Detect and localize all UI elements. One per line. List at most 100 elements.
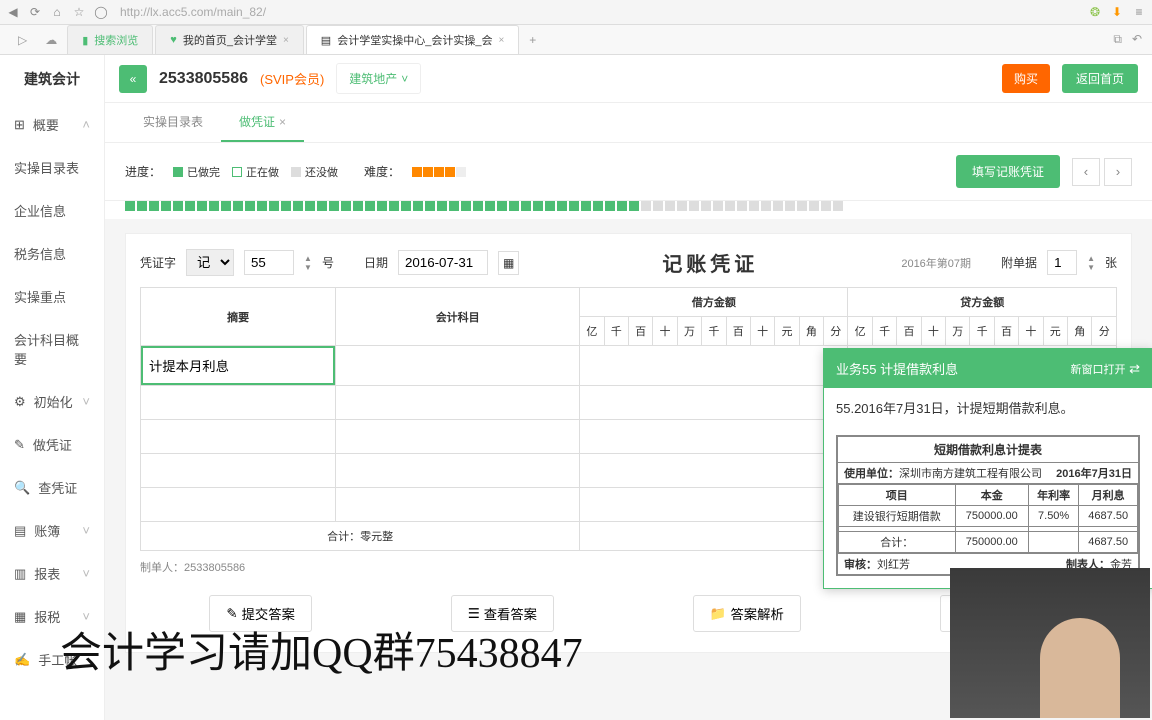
chevron-down-icon: ˅	[82, 523, 90, 538]
sidebar-item-catalog[interactable]: 实操目录表	[0, 146, 104, 189]
star-icon[interactable]: ☆	[72, 5, 86, 19]
chevron-down-icon: ˅	[82, 394, 90, 409]
date-label: 日期	[364, 254, 388, 271]
expand-icon[interactable]: ⇄	[1129, 361, 1140, 376]
grid-icon: ⊞	[14, 117, 25, 133]
report-icon: ▥	[14, 566, 26, 582]
spin-up-icon[interactable]: ▲	[1087, 254, 1095, 263]
voucher-title: 记账凭证	[529, 248, 891, 277]
close-icon[interactable]: ×	[283, 35, 289, 46]
tab-practice[interactable]: ▤会计学堂实操中心_会计实操_会×	[306, 25, 519, 54]
book-icon: ▤	[14, 523, 26, 539]
sidebar-item-company[interactable]: 企业信息	[0, 189, 104, 232]
pen-icon: ✎	[14, 437, 25, 453]
play-icon[interactable]: ▷	[10, 33, 35, 47]
analyze-button[interactable]: 📁答案解析	[693, 595, 801, 632]
legend-not-icon	[291, 167, 301, 177]
interest-table: 项目本金年利率月利息 建设银行短期借款750000.007.50%4687.50…	[838, 484, 1138, 553]
down-icon[interactable]: ⬇	[1110, 5, 1124, 19]
chevron-down-icon: ˅	[401, 72, 408, 86]
legend-doing-icon	[232, 167, 242, 177]
spin-down-icon[interactable]: ▼	[1087, 263, 1095, 272]
popup-title: 业务55 计提借款利息	[836, 359, 958, 378]
voucher-type-label: 凭证字	[140, 254, 176, 271]
sidebar: 建筑会计 ⊞概要˄ 实操目录表 企业信息 税务信息 实操重点 会计科目概要 ⚙初…	[0, 55, 105, 720]
prev-button[interactable]: ‹	[1072, 158, 1100, 186]
edit-icon: ✎	[226, 606, 237, 622]
sidebar-title: 建筑会计	[0, 55, 104, 103]
voucher-no-suffix: 号	[322, 254, 334, 271]
ext-icon[interactable]: ❂	[1088, 5, 1102, 19]
undo-icon[interactable]: ↶	[1132, 32, 1142, 47]
attach-input[interactable]	[1047, 250, 1077, 275]
folder-icon: 📁	[710, 606, 727, 622]
submit-button[interactable]: ✎提交答案	[209, 595, 311, 632]
close-icon[interactable]: ×	[498, 35, 504, 46]
sidebar-item-taxfile[interactable]: ▦报税˅	[0, 595, 104, 638]
col-summary: 摘要	[141, 288, 336, 346]
split-icon[interactable]: ⧉	[1113, 32, 1122, 47]
task-popup: 业务55 计提借款利息 新窗口打开 ⇄ 55.2016年7月31日，计提短期借款…	[823, 348, 1152, 589]
col-subject: 会计科目	[336, 288, 580, 346]
home-button[interactable]: 返回首页	[1062, 64, 1138, 93]
voucher-no-input[interactable]	[244, 250, 294, 275]
col-debit: 借方金额	[580, 288, 848, 317]
reload-icon[interactable]: ⟳	[28, 5, 42, 19]
chevron-up-icon: ˄	[82, 117, 90, 132]
tax-icon: ▦	[14, 609, 26, 625]
popup-desc: 55.2016年7月31日，计提短期借款利息。	[824, 388, 1152, 427]
sidebar-item-keypoint[interactable]: 实操重点	[0, 275, 104, 318]
sidebar-item-manual[interactable]: ✍手工帐	[0, 638, 104, 681]
svip-badge: (SVIP会员)	[260, 69, 324, 88]
sidebar-item-overview[interactable]: ⊞概要˄	[0, 103, 104, 146]
globe-icon[interactable]: ◯	[94, 5, 108, 19]
sidebar-item-report[interactable]: ▥报表˅	[0, 552, 104, 595]
calendar-icon[interactable]: ▦	[498, 251, 519, 275]
sidebar-item-tax[interactable]: 税务信息	[0, 232, 104, 275]
sidebar-item-make-voucher[interactable]: ✎做凭证	[0, 423, 104, 466]
subtab-voucher[interactable]: 做凭证×	[221, 103, 304, 142]
popup-table-title: 短期借款利息计提表	[838, 437, 1138, 463]
subtab-catalog[interactable]: 实操目录表	[125, 103, 221, 142]
url-bar[interactable]: http://lx.acc5.com/main_82/	[116, 5, 1080, 19]
spin-down-icon[interactable]: ▼	[304, 263, 312, 272]
difficulty-label: 难度：	[364, 163, 400, 180]
sidebar-item-subjects[interactable]: 会计科目概要	[0, 318, 104, 380]
col-credit: 贷方金额	[848, 288, 1117, 317]
back-icon[interactable]: ◀	[6, 5, 20, 19]
sidebar-item-init[interactable]: ⚙初始化˅	[0, 380, 104, 423]
buy-button[interactable]: 购买	[1002, 64, 1050, 93]
home-icon[interactable]: ⌂	[50, 5, 64, 19]
video-thumbnail[interactable]	[950, 568, 1150, 718]
view-answer-button[interactable]: ☰查看答案	[451, 595, 554, 632]
tab-search[interactable]: ▮搜索浏览	[67, 25, 153, 54]
difficulty-meter	[412, 167, 466, 177]
attach-label: 附单据	[1001, 254, 1037, 271]
sidebar-item-check-voucher[interactable]: 🔍查凭证	[0, 466, 104, 509]
cloud-icon[interactable]: ☁	[37, 33, 65, 47]
attach-suffix: 张	[1105, 254, 1117, 271]
hand-icon: ✍	[14, 652, 30, 668]
menu-icon[interactable]: ≡	[1132, 5, 1146, 19]
progress-grid	[105, 201, 1152, 219]
period-label: 2016年第07期	[901, 255, 971, 271]
list-icon: ☰	[468, 606, 480, 622]
spin-up-icon[interactable]: ▲	[304, 254, 312, 263]
search-icon: 🔍	[14, 480, 30, 496]
legend-done-icon	[173, 167, 183, 177]
chevron-down-icon: ˅	[82, 609, 90, 624]
gear-icon: ⚙	[14, 394, 26, 410]
date-input[interactable]	[398, 250, 488, 275]
subject-cell[interactable]	[336, 346, 580, 386]
biz-type-select[interactable]: 建筑地产˅	[336, 63, 421, 94]
next-button[interactable]: ›	[1104, 158, 1132, 186]
voucher-type-select[interactable]: 记	[186, 249, 234, 276]
collapse-sidebar[interactable]: «	[119, 65, 147, 93]
tab-home[interactable]: ♥我的首页_会计学堂×	[155, 25, 304, 54]
sidebar-item-ledger[interactable]: ▤账簿˅	[0, 509, 104, 552]
close-icon[interactable]: ×	[279, 115, 286, 129]
fill-voucher-button[interactable]: 填写记账凭证	[956, 155, 1060, 188]
summary-input[interactable]	[141, 346, 335, 385]
new-window-link[interactable]: 新窗口打开	[1070, 364, 1125, 376]
add-tab[interactable]: +	[521, 29, 544, 51]
